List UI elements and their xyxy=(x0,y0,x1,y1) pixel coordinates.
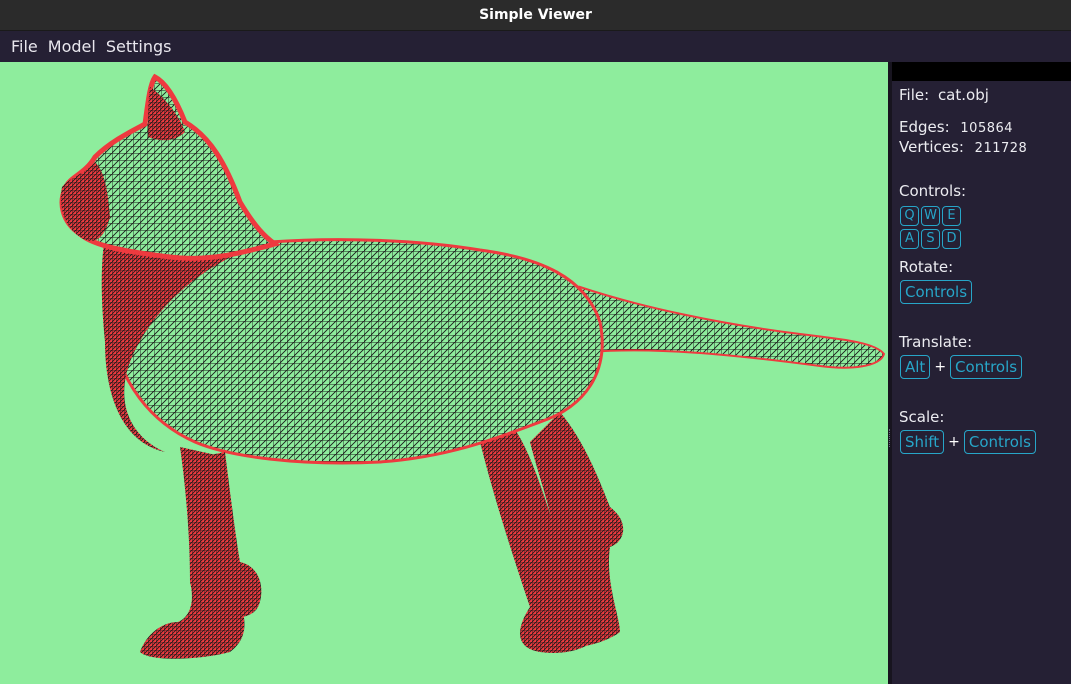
edges-info: Edges: 105864 xyxy=(899,118,1013,136)
plus-sign: + xyxy=(948,434,960,450)
file-label: File: xyxy=(899,86,930,104)
menu-file[interactable]: File xyxy=(6,37,43,56)
menu-settings[interactable]: Settings xyxy=(101,37,177,56)
window-title-bar: Simple Viewer xyxy=(0,0,1071,31)
plus-sign: + xyxy=(934,359,947,375)
cat-front-leg-front xyxy=(140,447,245,659)
menu-model[interactable]: Model xyxy=(43,37,101,56)
vertices-label: Vertices: xyxy=(899,138,964,156)
menu-bar: File Model Settings xyxy=(0,31,1071,62)
scale-shift-key[interactable]: Shift xyxy=(900,430,945,454)
rotate-label: Rotate: xyxy=(899,258,954,276)
splitter-grip[interactable] xyxy=(889,429,891,447)
cat-mesh-render xyxy=(59,73,886,659)
scale-label: Scale: xyxy=(899,408,945,426)
vertices-info: Vertices: 211728 xyxy=(899,138,1027,156)
rotate-controls-key[interactable]: Controls xyxy=(900,280,973,304)
rotate-keys: Controls xyxy=(900,280,973,304)
translate-label: Translate: xyxy=(899,333,973,351)
controls-keys-row-1: Q W E xyxy=(900,206,961,226)
edges-value: 105864 xyxy=(960,121,1014,136)
key-s[interactable]: S xyxy=(921,229,940,249)
key-q[interactable]: Q xyxy=(900,206,919,226)
vertices-value: 211728 xyxy=(974,141,1028,156)
key-w[interactable]: W xyxy=(921,206,940,226)
key-d[interactable]: D xyxy=(942,229,961,249)
window-title: Simple Viewer xyxy=(479,7,592,23)
key-e[interactable]: E xyxy=(942,206,961,226)
file-name: cat.obj xyxy=(937,86,989,104)
scale-keys: Shift + Controls xyxy=(900,430,1036,454)
controls-keys-row-2: A S D xyxy=(900,229,961,249)
translate-keys: Alt + Controls xyxy=(900,355,1023,379)
panel-header-bar xyxy=(892,62,1071,81)
cat-tail xyxy=(578,285,886,369)
edges-label: Edges: xyxy=(899,118,950,136)
info-panel: File: cat.obj Edges: 105864 Vertices: 21… xyxy=(892,62,1071,684)
scale-controls-key[interactable]: Controls xyxy=(963,430,1036,454)
translate-alt-key[interactable]: Alt xyxy=(900,355,931,379)
key-a[interactable]: A xyxy=(900,229,919,249)
translate-controls-key[interactable]: Controls xyxy=(950,355,1023,379)
file-info: File: cat.obj xyxy=(899,86,989,104)
3d-viewport[interactable] xyxy=(0,62,888,684)
controls-label: Controls: xyxy=(899,182,967,200)
